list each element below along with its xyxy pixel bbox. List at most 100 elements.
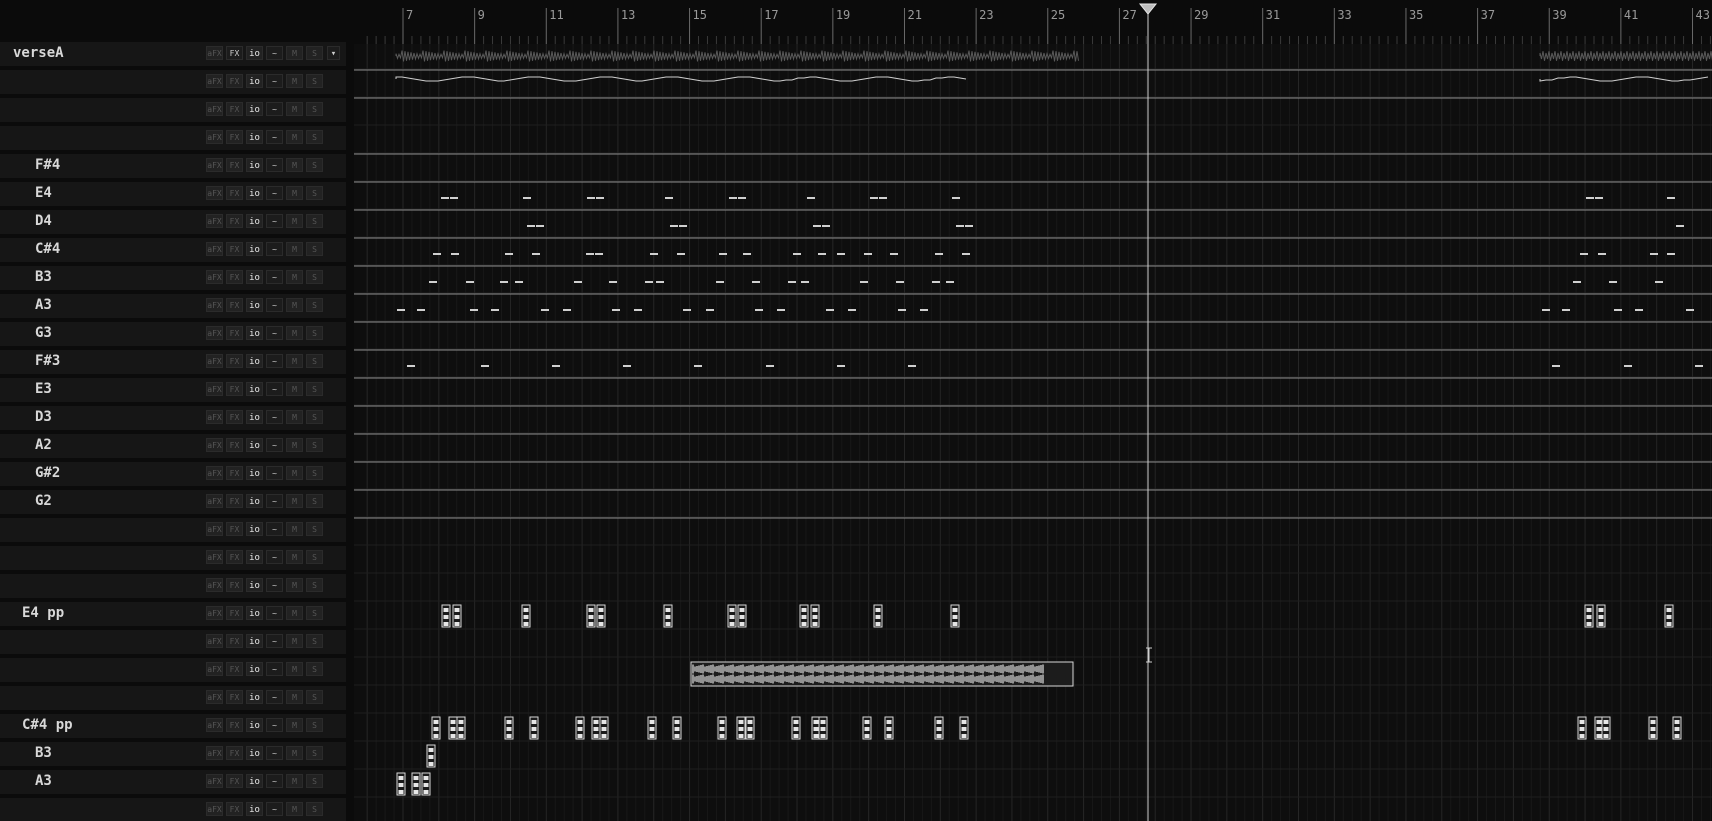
afx-button[interactable]: aFX bbox=[206, 214, 223, 228]
fx-button[interactable]: FX bbox=[226, 746, 243, 760]
track-header[interactable]: C#4 aFX FX io ~ M S bbox=[0, 238, 346, 265]
solo-button[interactable]: S bbox=[306, 690, 323, 704]
automation-button[interactable]: ~ bbox=[266, 46, 283, 60]
afx-button[interactable]: aFX bbox=[206, 634, 223, 648]
track-header[interactable]: aFX FX io ~ M S bbox=[0, 686, 346, 713]
note-event[interactable] bbox=[1552, 365, 1560, 367]
io-button[interactable]: io bbox=[246, 494, 263, 508]
note-event[interactable] bbox=[738, 197, 746, 199]
automation-button[interactable]: ~ bbox=[266, 606, 283, 620]
note-event[interactable] bbox=[650, 253, 658, 255]
solo-button[interactable]: S bbox=[306, 438, 323, 452]
note-event[interactable] bbox=[1667, 253, 1675, 255]
note-event[interactable] bbox=[1667, 197, 1675, 199]
fx-button[interactable]: FX bbox=[226, 326, 243, 340]
solo-button[interactable]: S bbox=[306, 46, 323, 60]
arrangement-area[interactable] bbox=[354, 44, 1712, 821]
note-event[interactable] bbox=[1573, 281, 1581, 283]
solo-button[interactable]: S bbox=[306, 158, 323, 172]
automation-button[interactable]: ~ bbox=[266, 550, 283, 564]
automation-button[interactable]: ~ bbox=[266, 662, 283, 676]
note-event[interactable] bbox=[536, 225, 544, 227]
note-event[interactable] bbox=[826, 309, 834, 311]
note-event[interactable] bbox=[965, 225, 973, 227]
afx-button[interactable]: aFX bbox=[206, 438, 223, 452]
fx-button[interactable]: FX bbox=[226, 438, 243, 452]
note-event[interactable] bbox=[793, 253, 801, 255]
mute-button[interactable]: M bbox=[286, 466, 303, 480]
melody-curve[interactable] bbox=[395, 76, 1709, 82]
automation-button[interactable]: ~ bbox=[266, 242, 283, 256]
afx-button[interactable]: aFX bbox=[206, 354, 223, 368]
track-header[interactable]: aFX FX io ~ M S bbox=[0, 126, 346, 153]
automation-button[interactable]: ~ bbox=[266, 718, 283, 732]
automation-button[interactable]: ~ bbox=[266, 186, 283, 200]
note-event[interactable] bbox=[752, 281, 760, 283]
note-event[interactable] bbox=[491, 309, 499, 311]
solo-button[interactable]: S bbox=[306, 662, 323, 676]
io-button[interactable]: io bbox=[246, 74, 263, 88]
fx-button[interactable]: FX bbox=[226, 354, 243, 368]
mute-button[interactable]: M bbox=[286, 746, 303, 760]
solo-button[interactable]: S bbox=[306, 606, 323, 620]
fx-button[interactable]: FX bbox=[226, 186, 243, 200]
note-event[interactable] bbox=[1676, 225, 1684, 227]
automation-button[interactable]: ~ bbox=[266, 494, 283, 508]
note-event[interactable] bbox=[470, 309, 478, 311]
audio-region[interactable] bbox=[395, 50, 1712, 62]
afx-button[interactable]: aFX bbox=[206, 550, 223, 564]
fx-button[interactable]: FX bbox=[226, 410, 243, 424]
note-event[interactable] bbox=[956, 225, 964, 227]
fx-button[interactable]: FX bbox=[226, 130, 243, 144]
automation-button[interactable]: ~ bbox=[266, 214, 283, 228]
io-button[interactable]: io bbox=[246, 410, 263, 424]
fx-button[interactable]: FX bbox=[226, 606, 243, 620]
afx-button[interactable]: aFX bbox=[206, 662, 223, 676]
mute-button[interactable]: M bbox=[286, 494, 303, 508]
note-event[interactable] bbox=[450, 197, 458, 199]
note-event[interactable] bbox=[1542, 309, 1550, 311]
automation-button[interactable]: ~ bbox=[266, 438, 283, 452]
note-event[interactable] bbox=[946, 281, 954, 283]
mute-button[interactable]: M bbox=[286, 74, 303, 88]
mute-button[interactable]: M bbox=[286, 522, 303, 536]
solo-button[interactable]: S bbox=[306, 550, 323, 564]
io-button[interactable]: io bbox=[246, 466, 263, 480]
note-event[interactable] bbox=[595, 253, 603, 255]
afx-button[interactable]: aFX bbox=[206, 46, 223, 60]
fx-button[interactable]: FX bbox=[226, 46, 243, 60]
afx-button[interactable]: aFX bbox=[206, 158, 223, 172]
note-event[interactable] bbox=[527, 225, 535, 227]
track-header[interactable]: F#4 aFX FX io ~ M S bbox=[0, 154, 346, 181]
mute-button[interactable]: M bbox=[286, 186, 303, 200]
mute-button[interactable]: M bbox=[286, 298, 303, 312]
io-button[interactable]: io bbox=[246, 298, 263, 312]
note-event[interactable] bbox=[879, 197, 887, 199]
track-header[interactable]: D4 aFX FX io ~ M S bbox=[0, 210, 346, 237]
io-button[interactable]: io bbox=[246, 522, 263, 536]
note-event[interactable] bbox=[818, 253, 826, 255]
note-event[interactable] bbox=[716, 281, 724, 283]
mute-button[interactable]: M bbox=[286, 578, 303, 592]
note-event[interactable] bbox=[1609, 281, 1617, 283]
automation-button[interactable]: ~ bbox=[266, 690, 283, 704]
afx-button[interactable]: aFX bbox=[206, 690, 223, 704]
note-event[interactable] bbox=[813, 225, 821, 227]
mute-button[interactable]: M bbox=[286, 634, 303, 648]
note-event[interactable] bbox=[433, 253, 441, 255]
io-button[interactable]: io bbox=[246, 550, 263, 564]
afx-button[interactable]: aFX bbox=[206, 186, 223, 200]
solo-button[interactable]: S bbox=[306, 746, 323, 760]
automation-button[interactable]: ~ bbox=[266, 102, 283, 116]
solo-button[interactable]: S bbox=[306, 802, 323, 816]
track-header[interactable]: A2 aFX FX io ~ M S bbox=[0, 434, 346, 461]
fx-button[interactable]: FX bbox=[226, 242, 243, 256]
mute-button[interactable]: M bbox=[286, 410, 303, 424]
afx-button[interactable]: aFX bbox=[206, 466, 223, 480]
note-event[interactable] bbox=[451, 253, 459, 255]
fx-button[interactable]: FX bbox=[226, 494, 243, 508]
note-event[interactable] bbox=[586, 253, 594, 255]
note-event[interactable] bbox=[1655, 281, 1663, 283]
solo-button[interactable]: S bbox=[306, 718, 323, 732]
note-event[interactable] bbox=[920, 309, 928, 311]
